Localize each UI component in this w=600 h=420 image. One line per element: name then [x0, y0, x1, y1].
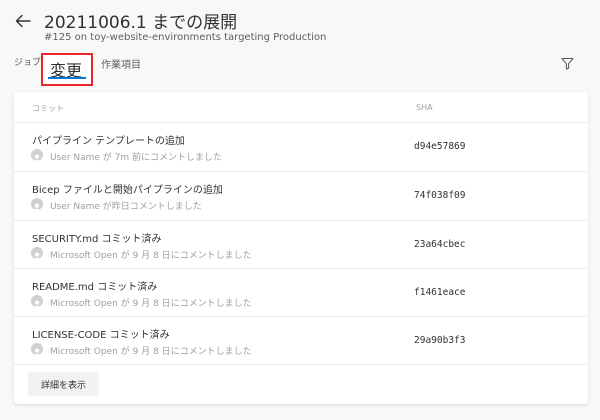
commit-message: SECURITY.md コミット済み [32, 234, 162, 245]
back-button[interactable] [12, 10, 34, 32]
commit-sha[interactable]: 29a90b3f3 [414, 335, 465, 346]
tab-jobs[interactable]: ジョブ [14, 55, 41, 68]
divider [14, 268, 588, 269]
filter-button[interactable] [558, 54, 576, 72]
commit-message: README.md コミット済み [32, 282, 158, 293]
commit-row[interactable]: Bicep ファイルと開始パイプラインの追加 User Name が昨日コメント… [14, 174, 588, 220]
arrow-left-icon [15, 14, 31, 28]
filter-icon [560, 57, 574, 70]
commit-row[interactable]: SECURITY.md コミット済み Microsoft Open が 9 月 … [14, 223, 588, 269]
commit-sha[interactable]: f1461eace [414, 287, 465, 298]
commit-row[interactable]: LICENSE-CODE コミット済み Microsoft Open が 9 月… [14, 319, 588, 365]
commit-meta: Microsoft Open が 9 月 8 日にコメントしました [50, 347, 252, 357]
avatar-icon [31, 149, 43, 161]
divider [14, 122, 588, 123]
commit-row[interactable]: パイプライン テンプレートの追加 User Name が 7m 前にコメントしま… [14, 125, 588, 171]
avatar-icon [31, 343, 43, 355]
divider [14, 220, 588, 221]
commit-sha[interactable]: d94e57869 [414, 141, 465, 152]
commit-meta: Microsoft Open が 9 月 8 日にコメントしました [50, 251, 252, 261]
page-header: 20211006.1 までの展開 #125 on toy-website-env… [0, 0, 600, 92]
show-more-button[interactable]: 詳細を表示 [28, 372, 99, 396]
tab-selected-indicator [48, 77, 86, 79]
page-title: 20211006.1 までの展開 [44, 13, 238, 33]
column-header-commit: コミット [32, 104, 64, 113]
avatar-icon [31, 247, 43, 259]
commit-meta: User Name が 7m 前にコメントしました [50, 153, 223, 163]
divider [14, 316, 588, 317]
commit-meta: Microsoft Open が 9 月 8 日にコメントしました [50, 299, 252, 309]
commit-row[interactable]: README.md コミット済み Microsoft Open が 9 月 8 … [14, 271, 588, 317]
commit-sha[interactable]: 23a64cbec [414, 239, 465, 250]
divider [14, 171, 588, 172]
column-header-sha: SHA [416, 103, 433, 112]
page-subtitle: #125 on toy-website-environments targeti… [44, 32, 327, 43]
commit-message: Bicep ファイルと開始パイプラインの追加 [32, 185, 223, 196]
commit-message: パイプライン テンプレートの追加 [32, 136, 185, 147]
commit-meta: User Name が昨日コメントしました [50, 202, 202, 212]
tab-changes[interactable]: 変更 [41, 53, 93, 86]
commit-sha[interactable]: 74f038f09 [414, 190, 465, 201]
avatar-icon [31, 295, 43, 307]
tab-work-items[interactable]: 作業項目 [101, 56, 141, 71]
divider [14, 364, 588, 365]
commits-card: コミット SHA パイプライン テンプレートの追加 User Name が 7m… [14, 92, 588, 404]
avatar-icon [31, 198, 43, 210]
commit-message: LICENSE-CODE コミット済み [32, 330, 170, 341]
